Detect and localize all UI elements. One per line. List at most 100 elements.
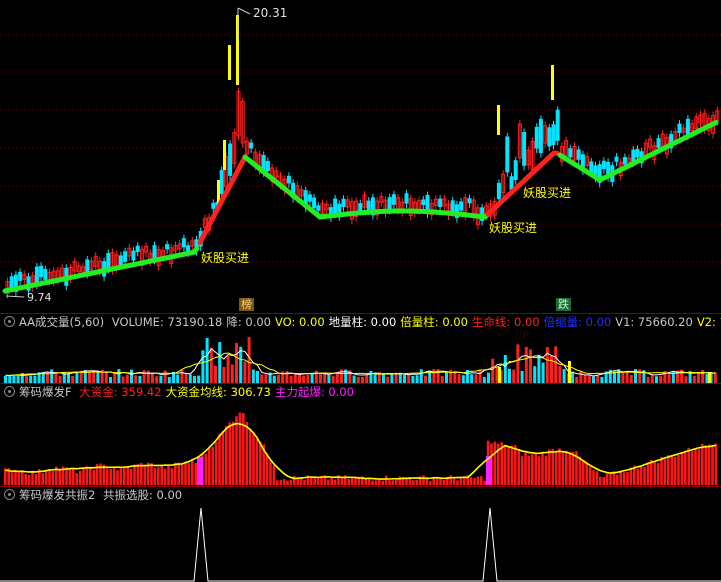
- settings-gear-icon[interactable]: [4, 316, 15, 327]
- price-pane[interactable]: 20.31 9.74 妖股买进 妖股买进 妖股买进: [0, 0, 721, 304]
- volume-bar: [209, 347, 213, 383]
- volume-bar: [331, 375, 335, 383]
- volume-bar: [92, 370, 96, 383]
- chip-bar: [259, 441, 262, 485]
- volume-title[interactable]: AA成交量(5,60): [19, 315, 104, 329]
- candle: [513, 160, 518, 181]
- volume-bar: [373, 374, 377, 383]
- volume_header-item-3: 地量柱: 0.00: [328, 315, 397, 329]
- chip-bar: [544, 455, 548, 485]
- chip-bar: [578, 456, 582, 485]
- candle: [677, 123, 682, 133]
- volume-pane[interactable]: [0, 331, 721, 383]
- chip-bar: [78, 470, 82, 485]
- candle: [547, 127, 552, 147]
- chip-bar: [119, 466, 123, 485]
- candle: [404, 193, 409, 204]
- volume-bar: [457, 374, 461, 383]
- chip-bar: [174, 462, 177, 485]
- candle: [509, 176, 514, 190]
- chip-bar: [670, 455, 673, 485]
- chip-bar: [677, 454, 680, 485]
- chip-bar: [456, 480, 459, 485]
- chip-bar: [568, 451, 571, 485]
- candle: [181, 238, 186, 248]
- chip-bar: [415, 479, 418, 485]
- chip-bar: [412, 480, 415, 485]
- volume-bar: [596, 375, 600, 383]
- volume-bar: [554, 346, 558, 383]
- chip-bar: [235, 416, 238, 485]
- resonance-pane[interactable]: [0, 504, 721, 582]
- badge-die[interactable]: 跌: [556, 298, 571, 311]
- candle: [522, 131, 527, 166]
- volume-bar: [247, 337, 251, 383]
- volume-bar-highlight: [708, 373, 711, 383]
- settings-gear-icon[interactable]: [4, 489, 15, 500]
- settings-gear-icon[interactable]: [4, 386, 15, 397]
- chip-bar: [619, 470, 622, 485]
- chip-title[interactable]: 筹码爆发F: [19, 385, 72, 399]
- chip-pane[interactable]: [0, 401, 721, 485]
- chip-bar: [473, 478, 476, 485]
- chip-bar: [208, 448, 211, 485]
- chip-bar: [554, 452, 558, 485]
- chip-bar: [31, 470, 34, 485]
- volume-bar: [583, 375, 587, 383]
- volume-bar: [335, 373, 339, 383]
- chip-bar: [354, 477, 357, 485]
- volume-bar: [16, 375, 20, 383]
- chip-bar: [507, 445, 510, 485]
- volume-bar: [587, 375, 591, 383]
- candle: [165, 244, 170, 250]
- volume-bar: [302, 375, 306, 383]
- chip-bar: [340, 478, 344, 485]
- volume-bar: [260, 374, 264, 383]
- chip-bar: [44, 471, 48, 485]
- volume-bar: [529, 349, 532, 383]
- badge-bang[interactable]: 榜: [239, 298, 254, 311]
- volume-bar: [201, 350, 205, 383]
- volume-bar: [67, 373, 70, 383]
- chip-bar: [646, 462, 650, 485]
- candle: [358, 203, 363, 212]
- chip-bar: [588, 466, 592, 485]
- candle: [219, 169, 224, 194]
- volume-bar: [155, 376, 159, 383]
- chip-bar: [252, 432, 255, 485]
- volume-bar: [96, 371, 100, 383]
- volume-bar: [104, 371, 108, 383]
- volume-bar: [613, 371, 616, 383]
- volume-bar: [222, 366, 226, 383]
- candle: [43, 269, 48, 280]
- volume-bar: [188, 374, 192, 383]
- chip-bar: [48, 470, 51, 485]
- signal-label-3: 妖股买进: [523, 186, 572, 200]
- resonance-title[interactable]: 筹码爆发共振2: [19, 488, 95, 502]
- chip-bar: [514, 445, 517, 485]
- chip-bar: [561, 451, 565, 485]
- volume-bar: [327, 374, 331, 383]
- volume-bar: [54, 372, 58, 383]
- chip-bar: [599, 476, 602, 485]
- candle: [391, 194, 396, 205]
- chip-bar: [520, 456, 524, 485]
- volume-bar: [29, 375, 33, 383]
- volume-bar: [692, 375, 696, 383]
- chip-bar: [129, 468, 133, 485]
- chip-bar: [551, 449, 554, 485]
- chip-bar: [58, 469, 61, 485]
- volume-bar: [432, 369, 436, 383]
- chip-bar: [541, 452, 544, 485]
- chip-bar: [480, 476, 483, 485]
- chip-bar: [106, 468, 109, 485]
- chip-bar: [714, 443, 718, 485]
- candle: [555, 109, 560, 141]
- volume-chart: [4, 337, 717, 383]
- volume-bar: [461, 375, 465, 383]
- candle: [312, 197, 317, 209]
- chip-bar: [384, 475, 388, 485]
- chip-bar: [123, 467, 126, 485]
- chip-bar: [187, 463, 191, 485]
- volume-bar: [403, 375, 406, 383]
